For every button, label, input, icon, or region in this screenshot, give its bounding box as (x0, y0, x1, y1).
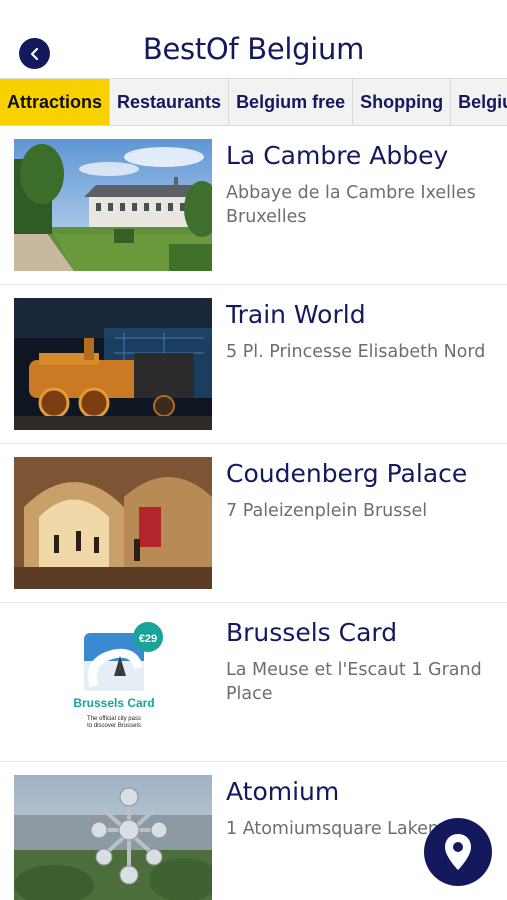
card-brand: Brussels Card (73, 696, 154, 710)
item-address: La Meuse et l'Escaut 1 Grand Place (226, 660, 482, 704)
item-name: Brussels Card (226, 618, 398, 647)
item-address: Abbaye de la Cambre Ixelles Bruxelles (226, 183, 476, 227)
list-item[interactable]: La Cambre Abbey Abbaye de la Cambre Ixel… (0, 126, 507, 285)
tab-restaurants[interactable]: Restaurants (110, 79, 230, 125)
tab-attractions[interactable]: Attractions (0, 79, 111, 125)
brussels-card-image: €29 Brussels Card The official city pass… (14, 616, 212, 748)
list-item[interactable]: Train World 5 Pl. Princesse Elisabeth No… (0, 285, 507, 444)
card-tagline-1: The official city pass (87, 716, 141, 722)
item-name: Atomium (226, 777, 340, 806)
card-tagline-2: to discover Brussels (87, 723, 141, 729)
item-name: Train World (226, 300, 366, 329)
tab-shopping[interactable]: Shopping (353, 79, 452, 125)
item-address: 7 Paleizenplein Brussel (226, 501, 428, 521)
tab-belgium-free[interactable]: Belgium free (229, 79, 354, 125)
train-world-image (14, 298, 212, 430)
attraction-list: La Cambre Abbey Abbaye de la Cambre Ixel… (0, 126, 507, 900)
item-address: 5 Pl. Princesse Elisabeth Nord (226, 342, 486, 362)
la-cambre-abbey-image (14, 139, 212, 271)
item-name: Coudenberg Palace (226, 459, 468, 488)
tab-belgium-more[interactable]: Belgiu (451, 79, 507, 125)
category-tabs: Attractions Restaurants Belgium free Sho… (0, 78, 507, 126)
item-name: La Cambre Abbey (226, 141, 449, 170)
atomium-image (14, 775, 212, 900)
page-title: BestOf Belgium (142, 32, 365, 66)
app-header: BestOf Belgium (0, 0, 507, 78)
coudenberg-palace-image (14, 457, 212, 589)
card-price: €29 (139, 633, 157, 645)
list-item[interactable]: Coudenberg Palace 7 Paleizenplein Brusse… (0, 444, 507, 603)
map-button[interactable] (424, 818, 492, 886)
list-item[interactable]: €29 Brussels Card The official city pass… (0, 603, 507, 762)
map-pin-icon (445, 834, 471, 870)
